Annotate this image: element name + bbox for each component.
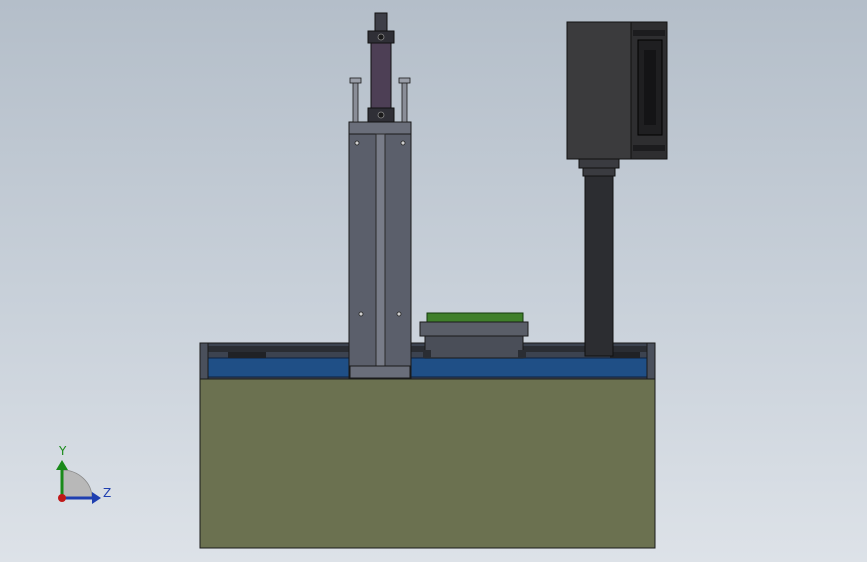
vertical-column[interactable]: [348, 121, 412, 379]
camera-unit[interactable]: [566, 21, 668, 160]
pcb-fixture[interactable]: [419, 312, 529, 359]
rail-left: [206, 357, 350, 378]
x-axis-dot: [58, 494, 66, 502]
z-axis-arrow: [92, 492, 101, 504]
triad-arc: [61, 469, 93, 499]
camera-post[interactable]: [578, 157, 620, 357]
z-axis-label: Z: [103, 486, 111, 500]
base-block[interactable]: [199, 377, 656, 549]
pneumatic-cylinder[interactable]: [367, 12, 395, 123]
y-axis-label: Y: [58, 444, 67, 458]
pcb-board[interactable]: [426, 312, 524, 323]
axis-triad: Y Z: [56, 444, 111, 504]
cad-viewport[interactable]: Y Z: [0, 0, 867, 562]
rail-right: [410, 357, 648, 378]
assembly-drawing: Y Z: [56, 12, 668, 549]
y-axis-arrow: [56, 460, 68, 470]
